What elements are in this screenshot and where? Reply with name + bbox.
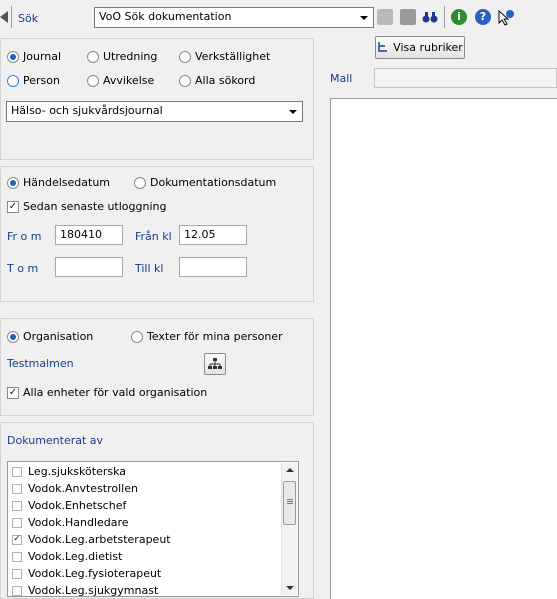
radio-button[interactable]: [87, 74, 99, 87]
radio-organisation[interactable]: Organisation: [7, 330, 93, 343]
radio-verkstallighet[interactable]: Verkställighet: [179, 50, 270, 63]
radio-person[interactable]: Person: [7, 74, 60, 87]
info-icon[interactable]: i: [451, 9, 467, 25]
toolbar-separator: [444, 6, 445, 28]
to-date-label: T o m: [7, 262, 39, 275]
list-item-label: Vodok.Handledare: [28, 516, 129, 529]
since-logout-checkbox[interactable]: ✓ Sedan senaste utloggning: [7, 200, 166, 213]
from-time-label: Från kl: [135, 230, 172, 243]
org-tree-button[interactable]: [204, 353, 226, 375]
list-item[interactable]: Vodok.Leg.sjukgymnast: [8, 582, 298, 597]
radio-avvikelse[interactable]: Avvikelse: [87, 74, 154, 87]
radio-journal[interactable]: Journal: [7, 50, 61, 63]
list-item[interactable]: Vodok.Handledare: [8, 514, 298, 531]
radio-button[interactable]: [7, 330, 19, 343]
list-item-label: Vodok.Anvtestrollen: [28, 482, 138, 495]
scrollbar[interactable]: [281, 463, 297, 595]
checkbox[interactable]: [12, 466, 22, 477]
chevron-down-icon[interactable]: [357, 10, 371, 25]
radio-button[interactable]: [131, 330, 143, 343]
binoculars-icon[interactable]: [422, 9, 438, 25]
list-item[interactable]: Vodok.Leg.fysioterapeut: [8, 565, 298, 582]
print-preview-icon[interactable]: [377, 9, 393, 25]
all-units-checkbox[interactable]: ✓ Alla enheter för vald organisation: [7, 386, 207, 399]
date-panel: Händelsedatum Dokumentationsdatum ✓ Sedan…: [0, 166, 314, 302]
list-item-label: Leg.sjuksköterska: [28, 465, 127, 478]
checkbox[interactable]: [12, 517, 22, 528]
scroll-thumb[interactable]: [283, 481, 296, 525]
checkbox[interactable]: [12, 585, 22, 596]
organisation-panel: Organisation Texter för mina personer Te…: [0, 318, 314, 416]
documented-by-list[interactable]: Leg.sjuksköterska Vodok.Anvtestrollen Vodo…: [7, 461, 299, 597]
from-date-field[interactable]: 180410: [55, 225, 123, 245]
document-preview-area[interactable]: [330, 98, 557, 599]
search-type-value: VoO Sök dokumentation: [99, 10, 232, 23]
list-item[interactable]: Leg.sjuksköterska: [8, 463, 298, 480]
checkmark-icon[interactable]: ✓: [7, 200, 19, 213]
list-item[interactable]: ✓ Vodok.Leg.arbetsterapeut: [8, 531, 298, 548]
to-time-label: Till kl: [135, 262, 164, 275]
scroll-up-icon[interactable]: [286, 468, 294, 472]
list-item-label: Vodok.Leg.dietist: [28, 550, 123, 563]
radio-texter-mina-personer[interactable]: Texter för mina personer: [131, 330, 283, 343]
show-headers-label: Visa rubriker: [393, 41, 463, 54]
list-item-label: Vodok.Enhetschef: [28, 499, 127, 512]
radio-button[interactable]: [179, 50, 191, 63]
radio-alla-sokord[interactable]: Alla sökord: [179, 74, 255, 87]
back-icon[interactable]: [0, 11, 8, 23]
to-date-field[interactable]: [55, 257, 123, 277]
list-item-label: Vodok.Leg.arbetsterapeut: [28, 533, 171, 546]
journal-dropdown-value: Hälso- och sjukvårdsjournal: [11, 104, 163, 117]
radio-dokumentationsdatum[interactable]: Dokumentationsdatum: [134, 176, 276, 189]
checkbox[interactable]: ✓: [12, 534, 22, 545]
to-time-field[interactable]: [179, 257, 247, 277]
list-item[interactable]: Vodok.Enhetschef: [8, 497, 298, 514]
search-label: Sök: [18, 12, 39, 25]
list-item-label: Vodok.Leg.fysioterapeut: [28, 567, 162, 580]
journal-dropdown[interactable]: Hälso- och sjukvårdsjournal: [6, 101, 303, 122]
org-tree-icon: [208, 358, 222, 369]
list-item[interactable]: Vodok.Anvtestrollen: [8, 480, 298, 497]
mall-label: Mall: [330, 72, 353, 85]
checkbox[interactable]: [12, 551, 22, 562]
checkbox[interactable]: [12, 483, 22, 494]
organisation-name: Testmalmen: [7, 357, 74, 370]
toolbar-separator: [11, 6, 12, 28]
checkmark-icon[interactable]: ✓: [7, 386, 19, 399]
chevron-down-icon[interactable]: [286, 104, 300, 119]
journal-type-panel: Journal Utredning Verkställighet Person …: [0, 38, 314, 160]
from-date-label: Fr o m: [7, 230, 42, 243]
radio-utredning[interactable]: Utredning: [87, 50, 157, 63]
radio-button[interactable]: [134, 176, 146, 189]
whats-this-icon[interactable]: [497, 9, 514, 26]
radio-handelsedatum[interactable]: Händelsedatum: [7, 176, 110, 189]
checkbox[interactable]: [12, 568, 22, 579]
list-item[interactable]: Vodok.Leg.dietist: [8, 548, 298, 565]
checkbox[interactable]: [12, 500, 22, 511]
toolbar: Sök VoO Sök dokumentation i ?: [0, 0, 557, 34]
radio-button[interactable]: [7, 176, 19, 189]
radio-button[interactable]: [7, 50, 19, 63]
documented-by-title: Dokumenterat av: [7, 434, 104, 447]
documented-by-panel: Dokumenterat av Leg.sjuksköterska Vodok.A…: [0, 422, 314, 599]
scroll-down-icon[interactable]: [286, 586, 294, 590]
print-icon[interactable]: [400, 9, 416, 25]
help-icon[interactable]: ?: [475, 9, 491, 25]
radio-button[interactable]: [87, 50, 99, 63]
search-type-combo[interactable]: VoO Sök dokumentation: [94, 7, 374, 28]
tree-indent-icon: [378, 41, 388, 52]
mall-field[interactable]: [374, 68, 557, 88]
radio-button[interactable]: [179, 74, 191, 87]
list-item-label: Vodok.Leg.sjukgymnast: [28, 584, 159, 597]
from-time-field[interactable]: 12.05: [179, 225, 247, 245]
radio-button[interactable]: [7, 74, 19, 87]
show-headers-button[interactable]: Visa rubriker: [375, 36, 465, 59]
